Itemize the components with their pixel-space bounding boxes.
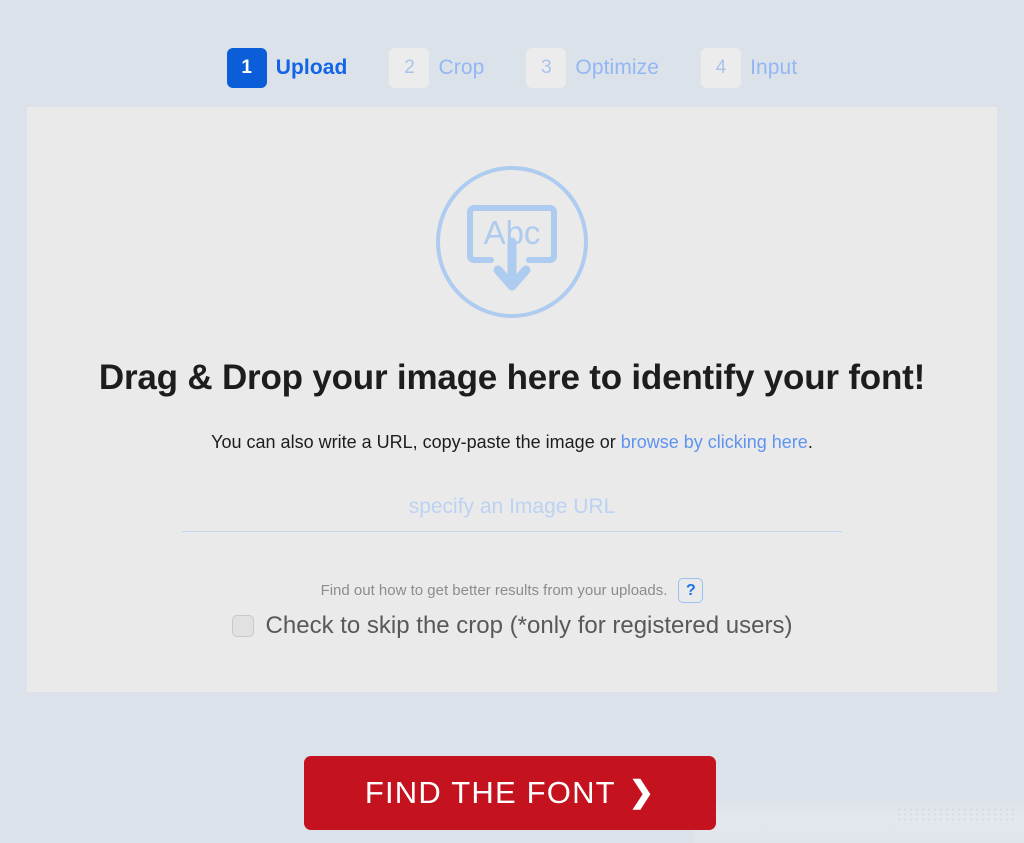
step-progress-bar: 1 Upload 2 Crop 3 Optimize 4 Input bbox=[0, 48, 1024, 88]
step-label-optimize: Optimize bbox=[575, 56, 660, 79]
step-item-optimize[interactable]: 3 Optimize bbox=[526, 48, 659, 88]
skip-crop-row[interactable]: Check to skip the crop (*only for regist… bbox=[231, 612, 793, 640]
skip-crop-checkbox[interactable] bbox=[231, 615, 254, 637]
background-watermark-texture bbox=[896, 807, 1016, 821]
chevron-right-icon: ❯ bbox=[628, 776, 656, 809]
step-item-crop[interactable]: 2 Crop bbox=[389, 48, 484, 88]
help-question-icon[interactable]: ? bbox=[678, 578, 704, 603]
image-dropzone[interactable]: Abc Drag & Drop your image here to ident… bbox=[27, 107, 997, 692]
find-the-font-label: FIND THE FONT bbox=[364, 775, 616, 810]
image-url-input[interactable] bbox=[182, 495, 842, 532]
step-number-4: 4 bbox=[701, 48, 742, 88]
step-number-2: 2 bbox=[389, 48, 430, 88]
upload-hint-row: Find out how to get better results from … bbox=[321, 578, 704, 603]
upload-hint-text: Find out how to get better results from … bbox=[320, 582, 668, 599]
subline-suffix: . bbox=[807, 432, 813, 452]
find-the-font-button[interactable]: FIND THE FONT ❯ bbox=[304, 756, 716, 830]
step-item-upload[interactable]: 1 Upload bbox=[226, 48, 348, 88]
dropzone-subline: You can also write a URL, copy-paste the… bbox=[211, 432, 813, 453]
skip-crop-label[interactable]: Check to skip the crop (*only for regist… bbox=[266, 612, 793, 640]
step-label-crop: Crop bbox=[438, 56, 485, 79]
dropzone-headline: Drag & Drop your image here to identify … bbox=[98, 358, 926, 397]
browse-link[interactable]: browse by clicking here bbox=[621, 432, 808, 452]
step-number-3: 3 bbox=[526, 48, 567, 88]
upload-abc-icon: Abc bbox=[434, 164, 590, 325]
step-label-input: Input bbox=[750, 56, 798, 79]
subline-prefix: You can also write a URL, copy-paste the… bbox=[211, 432, 621, 452]
background-watermark bbox=[694, 799, 1024, 843]
step-number-1: 1 bbox=[226, 48, 267, 88]
step-item-input[interactable]: 4 Input bbox=[701, 48, 797, 88]
step-label-upload: Upload bbox=[275, 56, 348, 79]
